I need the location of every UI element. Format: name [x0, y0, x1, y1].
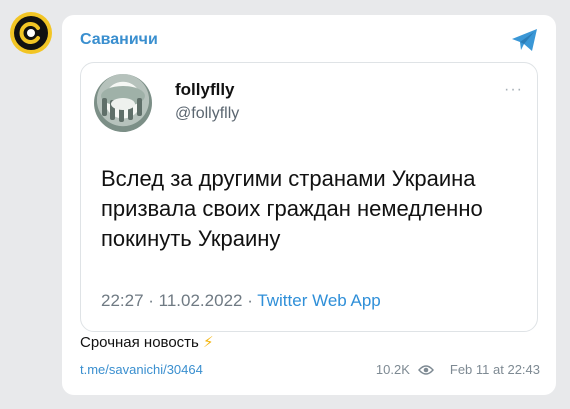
meta-separator: ·: [242, 291, 258, 310]
tweet-text: Вслед за другими странами Украина призва…: [101, 166, 483, 251]
eye-icon: [417, 364, 434, 376]
tweet-time: 22:27: [101, 291, 144, 310]
message-card: Саваничи follyflly @follyflly ··· Вслед …: [62, 15, 556, 395]
views-count: 10.2K: [375, 362, 410, 377]
more-options-icon[interactable]: ···: [504, 81, 523, 99]
channel-logo-icon: [14, 16, 48, 50]
tweet-meta: 22:27 · 11.02.2022 · Twitter Web App: [101, 291, 381, 311]
post-date: Feb 11 at 22:43: [449, 362, 540, 377]
channel-avatar[interactable]: [10, 12, 52, 54]
tweet-avatar[interactable]: [94, 74, 152, 132]
tweet-embed[interactable]: follyflly @follyflly ··· Вслед за другим…: [80, 62, 538, 332]
telegram-share-icon[interactable]: [510, 27, 540, 53]
post-caption: Срочная новость ⚡: [80, 333, 214, 351]
post-link[interactable]: t.me/savanichi/30464: [80, 362, 203, 377]
tweet-app-link[interactable]: Twitter Web App: [257, 291, 380, 310]
tweet-display-name[interactable]: follyflly: [175, 80, 235, 100]
meta-separator: ·: [143, 291, 159, 310]
tweet-handle[interactable]: @follyflly: [175, 105, 239, 123]
caption-text: Срочная новость: [80, 334, 199, 351]
lightning-icon: ⚡: [203, 334, 214, 351]
post-stats: 10.2K Feb 11 at 22:43: [376, 362, 540, 377]
tweet-date: 11.02.2022: [158, 291, 243, 310]
channel-name[interactable]: Саваничи: [80, 31, 158, 49]
